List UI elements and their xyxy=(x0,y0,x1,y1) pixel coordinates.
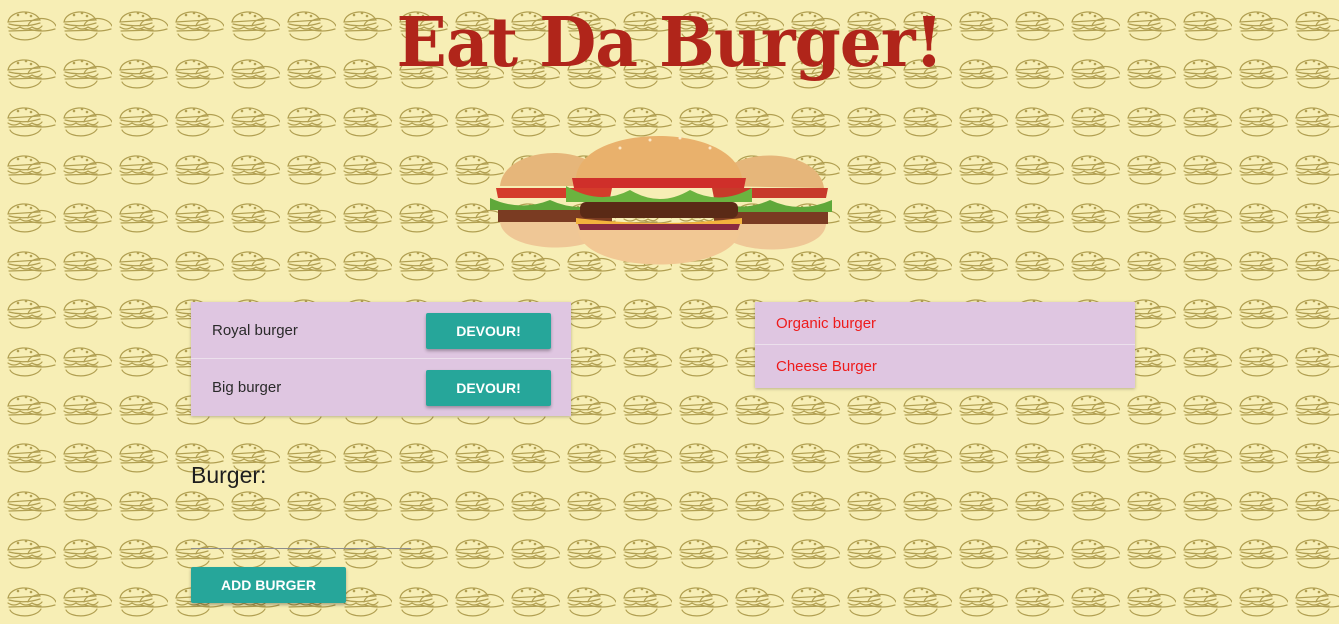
list-item: Cheese Burger xyxy=(755,345,1135,388)
burger-name: Royal burger xyxy=(212,321,298,339)
add-burger-button[interactable]: Add Burger xyxy=(191,567,346,603)
devoured-burger-name: Cheese Burger xyxy=(776,358,877,375)
burger-trio-image xyxy=(490,135,832,265)
devour-button[interactable]: Devour! xyxy=(426,313,551,349)
list-item: Organic burger xyxy=(755,302,1135,345)
burger-name: Big burger xyxy=(212,379,282,396)
burger-field-label: Burger: xyxy=(191,462,267,488)
list-item: Big burger Devour! xyxy=(191,359,571,416)
devoured-burger-name: Organic burger xyxy=(776,314,877,332)
devour-button[interactable]: Devour! xyxy=(426,370,551,406)
list-item: Royal burger Devour! xyxy=(191,302,571,359)
uneaten-burger-list: Royal burger Devour! Big burger Devour! xyxy=(191,302,571,416)
burger-name-input[interactable] xyxy=(191,526,411,549)
devoured-burger-list: Organic burger Cheese Burger xyxy=(755,302,1135,388)
page-title: Eat Da Burger! xyxy=(396,1,944,83)
